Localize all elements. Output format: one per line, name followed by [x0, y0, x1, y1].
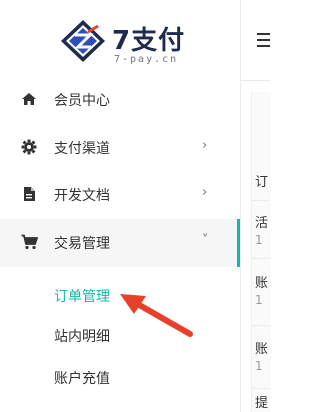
- menu-item-dev-docs[interactable]: 开发文档 ›: [0, 171, 240, 219]
- panel-row: 账 1: [255, 276, 270, 308]
- menu-label: 交易管理: [54, 236, 110, 252]
- panel-row-text: 账: [255, 276, 269, 291]
- row-divider: [251, 388, 270, 389]
- menu-label: 会员中心: [54, 93, 110, 109]
- sidebar: 7支付 7-pay.cn 会员中心 支付渠道 › 开发文档 › 交易管理 ˅ 订…: [0, 0, 240, 412]
- chevron-right-icon: ›: [202, 185, 208, 200]
- menu-item-payment-channels[interactable]: 支付渠道 ›: [0, 124, 240, 172]
- brand-domain: 7-pay.cn: [114, 54, 179, 65]
- main-content-panel: 订 活 1 账 1 账 1 提: [240, 0, 271, 412]
- menu-toggle-icon[interactable]: [257, 33, 270, 47]
- header-divider: [241, 80, 270, 81]
- panel-row-text: 订: [255, 175, 269, 190]
- row-divider: [251, 200, 270, 201]
- submenu-label: 订单管理: [54, 289, 110, 305]
- submenu-item-account-recharge[interactable]: 账户充值: [0, 358, 240, 398]
- row-divider: [251, 258, 270, 259]
- annotation-arrow-icon: [120, 294, 193, 337]
- panel-row: 订: [255, 175, 270, 191]
- gear-icon: [21, 139, 39, 157]
- panel-row-text: 活: [255, 216, 269, 231]
- document-icon: [21, 186, 39, 204]
- panel-row-subtext: 1: [255, 233, 263, 247]
- cart-icon: [21, 234, 39, 252]
- chevron-down-icon: ˅: [202, 233, 209, 248]
- panel-row-subtext: 1: [255, 293, 263, 307]
- logo-emblem-icon: [61, 20, 105, 62]
- panel-row-text: 提: [255, 396, 269, 411]
- panel-row: 提: [255, 396, 270, 412]
- chevron-right-icon: ›: [202, 138, 208, 153]
- logo[interactable]: 7支付 7-pay.cn: [58, 18, 208, 68]
- home-icon: [21, 91, 39, 109]
- menu-item-member-center[interactable]: 会员中心: [0, 76, 240, 124]
- panel-row-text: 账: [255, 342, 269, 357]
- submenu-label: 站内明细: [54, 329, 110, 345]
- submenu-label: 账户充值: [54, 371, 110, 387]
- row-divider: [251, 325, 270, 326]
- brand-name: 7支付: [112, 26, 186, 56]
- panel-row-subtext: 1: [255, 359, 263, 373]
- menu-item-transactions[interactable]: 交易管理 ˅: [0, 219, 240, 267]
- menu-label: 开发文档: [54, 188, 110, 204]
- menu-label: 支付渠道: [54, 141, 110, 157]
- panel-row: 活 1: [255, 216, 270, 248]
- panel-row: 账 1: [255, 342, 270, 374]
